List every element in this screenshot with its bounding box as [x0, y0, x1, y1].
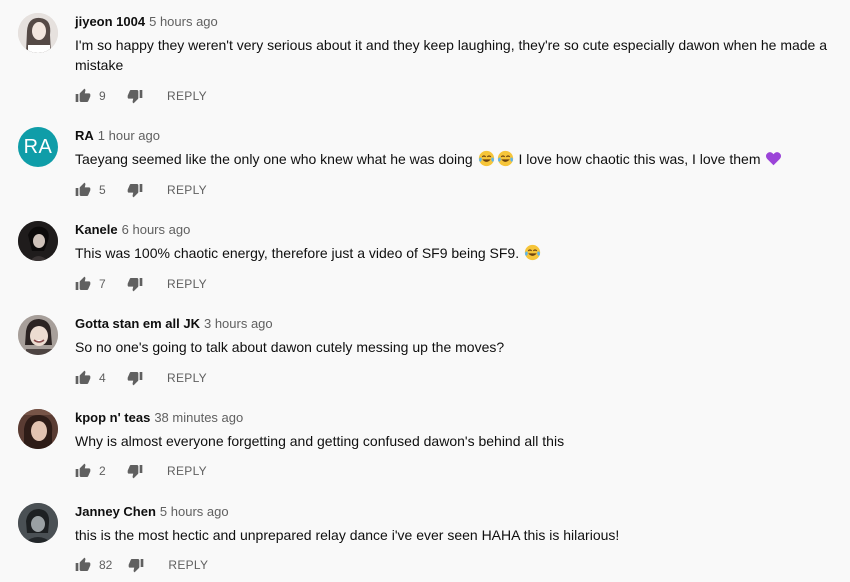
timestamp[interactable]: 5 hours ago	[149, 14, 218, 29]
timestamp[interactable]: 38 minutes ago	[154, 410, 243, 425]
reply-button[interactable]: REPLY	[167, 371, 207, 385]
reply-button[interactable]: REPLY	[168, 558, 208, 572]
timestamp[interactable]: 3 hours ago	[204, 316, 273, 331]
thumbs-down-icon[interactable]	[128, 557, 144, 573]
comment-text: Why is almost everyone forgetting and ge…	[75, 433, 565, 449]
like-count: 5	[99, 183, 106, 197]
thumbs-up-icon[interactable]	[75, 370, 91, 386]
author-name[interactable]: kpop n' teas	[75, 410, 150, 425]
like-count: 7	[99, 277, 106, 291]
avatar[interactable]: RA	[18, 127, 58, 167]
author-name[interactable]: Janney Chen	[75, 504, 156, 519]
comment-text-part: I love how chaotic this was, I love them	[514, 151, 765, 167]
like-count: 4	[99, 371, 106, 385]
comment-actions: 4 REPLY	[75, 368, 207, 388]
comment-text: Taeyang seemed like the only one who kne…	[75, 149, 835, 169]
comment-header: Kanele 6 hours ago	[75, 221, 190, 239]
comment-header: jiyeon 1004 5 hours ago	[75, 13, 218, 31]
timestamp[interactable]: 6 hours ago	[122, 222, 191, 237]
thumbs-down-icon[interactable]	[127, 276, 143, 292]
timestamp[interactable]: 5 hours ago	[160, 504, 229, 519]
avatar-photo	[18, 315, 58, 355]
purple-heart-icon	[765, 150, 782, 167]
face-with-tears-of-joy-icon	[497, 150, 514, 167]
thumbs-down-icon[interactable]	[127, 463, 143, 479]
author-name[interactable]: jiyeon 1004	[75, 14, 145, 29]
comment-text: I'm so happy they weren't very serious a…	[75, 37, 828, 73]
thumbs-up-icon[interactable]	[75, 557, 91, 573]
thumbs-down-icon[interactable]	[127, 182, 143, 198]
comment-text-part: Taeyang seemed like the only one who kne…	[75, 151, 477, 167]
avatar-photo	[18, 221, 58, 261]
comment-actions: 82 REPLY	[75, 555, 208, 575]
comment-actions: 5 REPLY	[75, 180, 207, 200]
comment-header: Janney Chen 5 hours ago	[75, 503, 229, 521]
author-name[interactable]: Kanele	[75, 222, 118, 237]
comment-actions: 7 REPLY	[75, 274, 207, 294]
comment-header: RA 1 hour ago	[75, 127, 160, 145]
avatar[interactable]	[18, 409, 58, 449]
avatar[interactable]	[18, 315, 58, 355]
reply-button[interactable]: REPLY	[167, 183, 207, 197]
timestamp[interactable]: 1 hour ago	[98, 128, 160, 143]
comment-actions: 2 REPLY	[75, 461, 207, 481]
avatar[interactable]	[18, 221, 58, 261]
thumbs-up-icon[interactable]	[75, 182, 91, 198]
like-count: 2	[99, 464, 106, 478]
like-count: 82	[99, 558, 113, 572]
thumbs-down-icon[interactable]	[127, 88, 143, 104]
thumbs-up-icon[interactable]	[75, 463, 91, 479]
comment-text: So no one's going to talk about dawon cu…	[75, 339, 505, 355]
comment-text: this is the most hectic and unprepared r…	[75, 527, 620, 543]
avatar[interactable]	[18, 503, 58, 543]
author-name[interactable]: Gotta stan em all JK	[75, 316, 200, 331]
avatar[interactable]	[18, 13, 58, 53]
reply-button[interactable]: REPLY	[167, 464, 207, 478]
face-with-tears-of-joy-icon	[524, 244, 541, 261]
comment-actions: 9 REPLY	[75, 86, 207, 106]
comment-header: Gotta stan em all JK 3 hours ago	[75, 315, 273, 333]
author-name[interactable]: RA	[75, 128, 94, 143]
comment-text-part: This was 100% chaotic energy, therefore …	[75, 245, 523, 261]
reply-button[interactable]: REPLY	[167, 89, 207, 103]
thumbs-up-icon[interactable]	[75, 276, 91, 292]
thumbs-up-icon[interactable]	[75, 88, 91, 104]
like-count: 9	[99, 89, 106, 103]
comment-header: kpop n' teas 38 minutes ago	[75, 409, 243, 427]
reply-button[interactable]: REPLY	[167, 277, 207, 291]
avatar-photo	[18, 13, 58, 53]
avatar-letter: RA	[23, 135, 53, 158]
avatar-photo	[18, 409, 58, 449]
face-with-tears-of-joy-icon	[478, 150, 495, 167]
avatar-photo	[18, 503, 58, 543]
thumbs-down-icon[interactable]	[127, 370, 143, 386]
comment-text: This was 100% chaotic energy, therefore …	[75, 243, 835, 263]
